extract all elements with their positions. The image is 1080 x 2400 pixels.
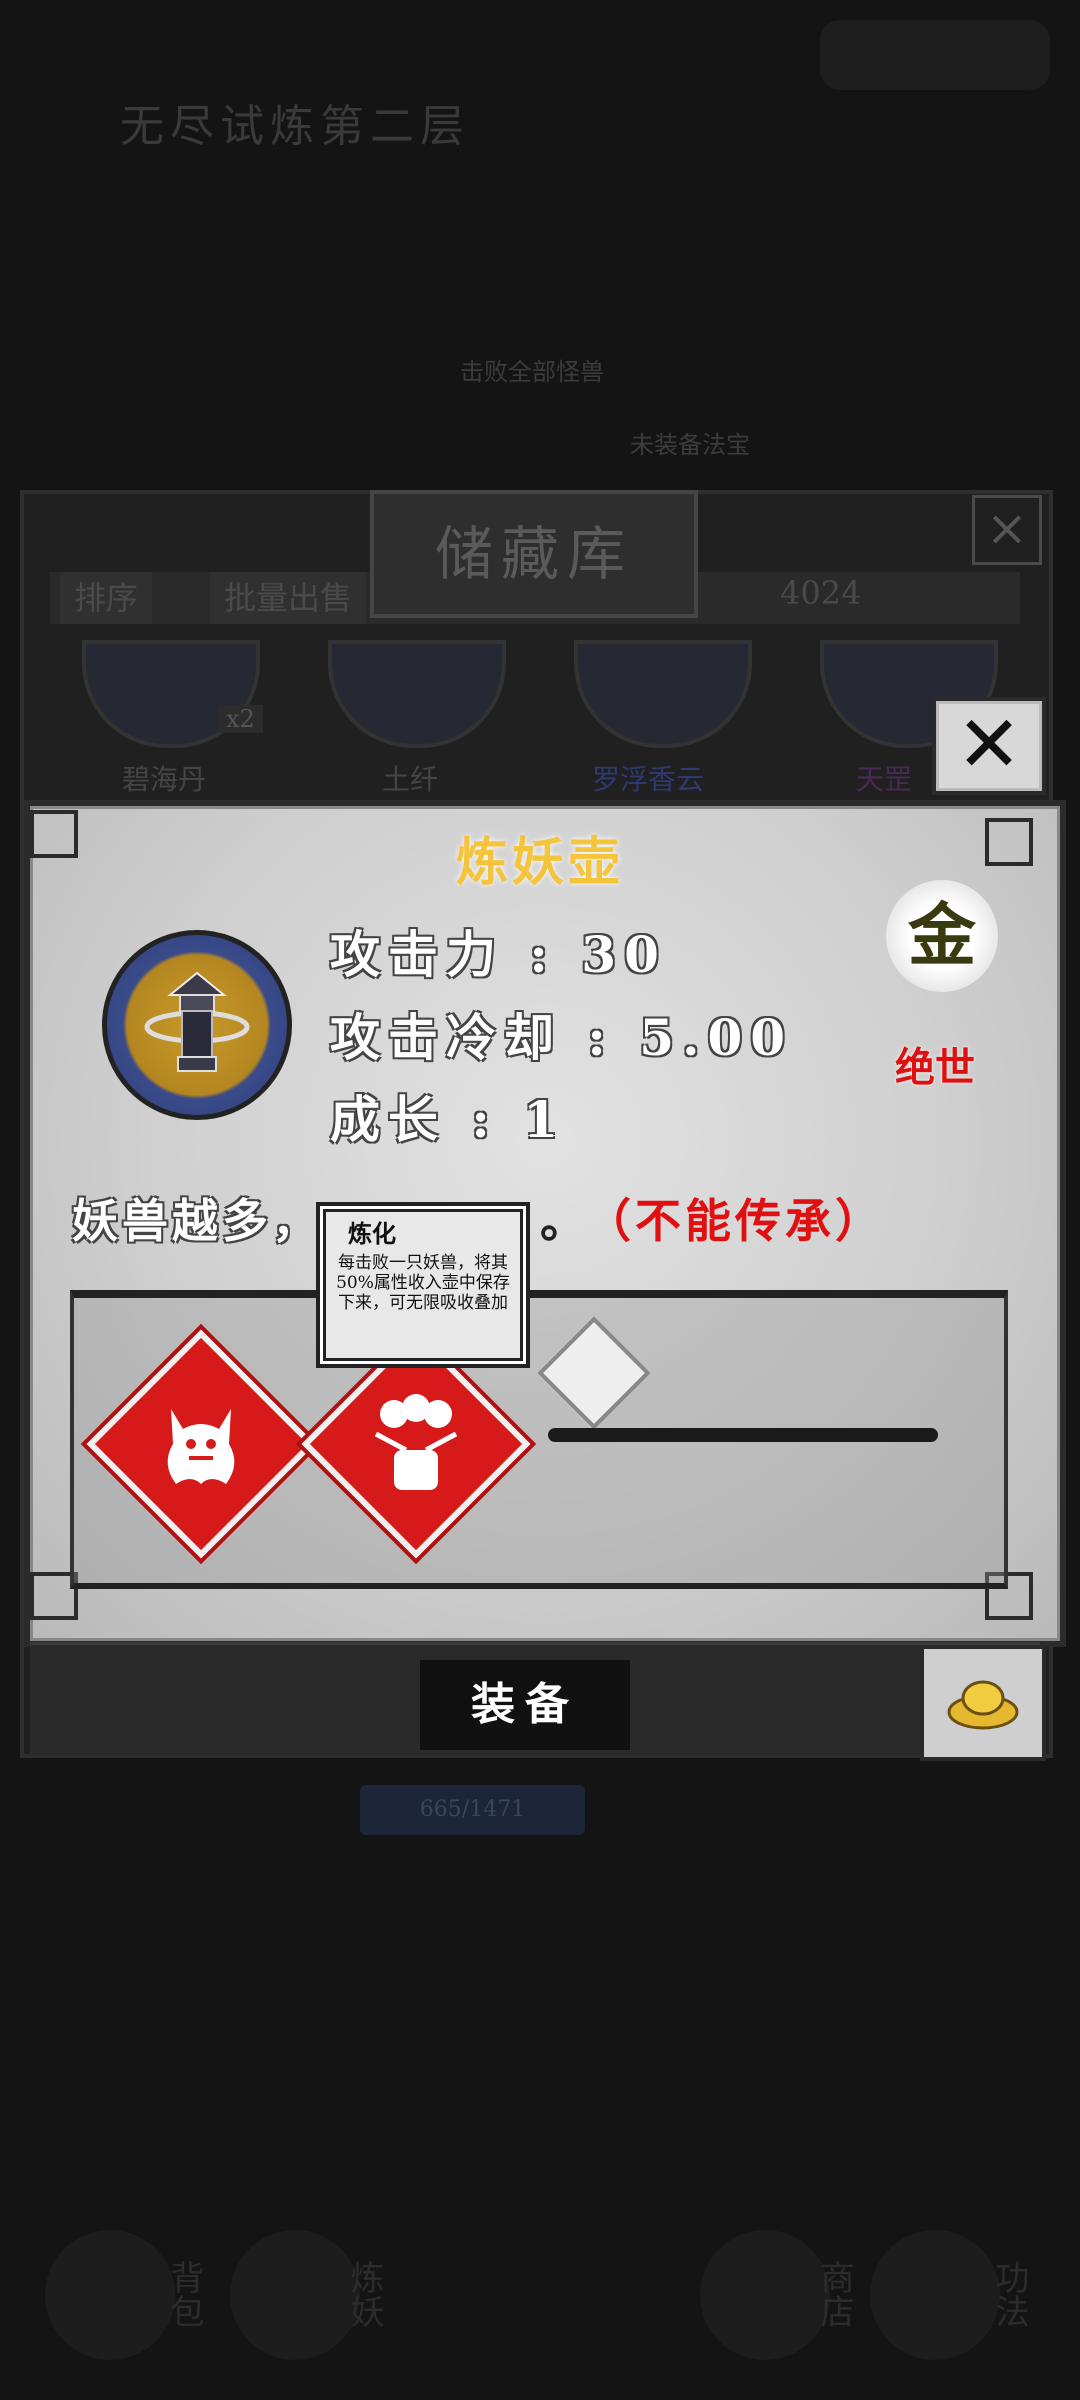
treasure-hint: 未装备法宝 [630, 431, 750, 459]
cooldown-value: 5.00 [639, 1008, 794, 1067]
attack-stat: 攻击力 : 30 [330, 925, 667, 984]
sort-button[interactable]: 排序 [60, 572, 153, 624]
storage-item-name: 土纤 [382, 763, 439, 796]
tooltip-body: 每击败一只妖兽，将其50%属性收入壶中保存下来，可无限吸收叠加 [336, 1253, 510, 1313]
skill-slot[interactable] [86, 1329, 316, 1559]
brush-divider [548, 1428, 938, 1442]
grade-badge: 金 [886, 880, 998, 992]
storage-item-name: 天罡 [856, 763, 913, 796]
storage-item-name: 罗浮香云 [592, 763, 705, 796]
skill-tooltip: 炼化 每击败一只妖兽，将其50%属性收入壶中保存下来，可无限吸收叠加 [316, 1202, 530, 1368]
frame-corner [30, 810, 78, 858]
item-icon [102, 930, 292, 1120]
bag-nav-label: 背包 [164, 2260, 204, 2328]
gold-ingot-icon [947, 1680, 1019, 1730]
ghost-skill-icon [167, 1409, 235, 1484]
no-inherit-note: （不能传承） [585, 1194, 885, 1248]
refine-skill-icon [374, 1394, 458, 1490]
batch-sell-button[interactable]: 批量出售 [210, 572, 367, 624]
sell-button[interactable] [920, 1645, 1046, 1761]
floor-title: 无尽试炼第二层 [120, 101, 470, 152]
skills-nav-icon[interactable] [870, 2230, 1000, 2360]
item-title: 炼妖壶 [455, 832, 624, 893]
close-icon[interactable]: ✕ [932, 697, 1046, 795]
bag-nav-icon[interactable] [45, 2230, 175, 2360]
storage-title: 储藏库 [370, 490, 698, 618]
pot-icon [144, 971, 250, 1072]
attack-value: 30 [581, 925, 667, 984]
tooltip-title: 炼化 [348, 1219, 396, 1248]
shop-nav-label: 商店 [814, 2260, 854, 2328]
cooldown-stat: 攻击冷却 : 5.00 [330, 1008, 794, 1067]
refine-nav-label: 炼妖 [344, 2260, 384, 2328]
description-end: 。 [540, 1194, 586, 1248]
skills-nav-label: 功法 [989, 2260, 1029, 2328]
item-count-badge: x2 [218, 705, 263, 733]
progress-bar: 665/1471 [360, 1785, 585, 1835]
attack-label: 攻击力 [330, 925, 504, 984]
storage-item-name: 碧海丹 [122, 763, 207, 796]
growth-stat: 成长 : 1 [330, 1090, 567, 1149]
description-text: 妖兽越多， [72, 1194, 322, 1248]
skill-slot[interactable] [301, 1329, 531, 1559]
growth-label: 成长 [330, 1090, 446, 1149]
battle-hint: 击败全部怪兽 [460, 358, 604, 386]
equip-button[interactable]: 装备 [420, 1660, 630, 1750]
game-logo [820, 20, 1050, 90]
coin-count: 4024 [780, 574, 862, 612]
frame-corner [985, 818, 1033, 866]
storage-close-icon[interactable]: × [972, 495, 1042, 565]
quality-label: 绝世 [895, 1044, 975, 1091]
growth-value: 1 [523, 1090, 567, 1149]
cooldown-label: 攻击冷却 [330, 1008, 562, 1067]
